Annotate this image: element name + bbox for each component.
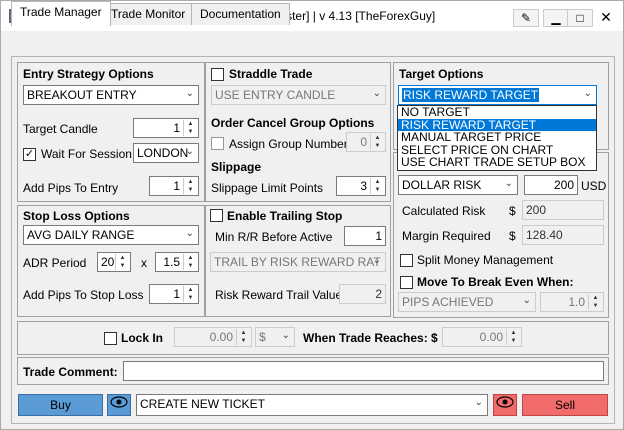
target-option-none[interactable]: NO TARGET <box>398 106 596 119</box>
stop-loss-mode-select[interactable]: AVG DAILY RANGE ⌄ <box>23 225 199 245</box>
break-even-value-stepper[interactable]: 1.0 ▲ ▼ <box>540 292 604 312</box>
oco-heading: Order Cancel Group Options <box>211 116 375 130</box>
trade-comment-label: Trade Comment: <box>23 365 118 379</box>
target-select[interactable]: RISK REWARD TARGET ⌄ <box>398 85 597 105</box>
straddle-mode-select[interactable]: USE ENTRY CANDLE ⌄ <box>211 85 386 105</box>
ticket-select[interactable]: CREATE NEW TICKET ⌄ <box>136 394 488 416</box>
slippage-stepper[interactable]: 3 ▲ ▼ <box>336 176 386 196</box>
when-reaches-label: When Trade Reaches: $ <box>303 331 438 345</box>
trail-mode-select[interactable]: TRAIL BY RISK REWARD RAT ⌄ <box>210 252 386 272</box>
straddle-label: Straddle Trade <box>229 67 313 81</box>
trade-comment-input[interactable] <box>123 361 604 381</box>
entry-strategy-select[interactable]: BREAKOUT ENTRY ⌄ <box>23 85 199 105</box>
lock-in-checkbox[interactable] <box>104 332 117 345</box>
entry-heading: Entry Strategy Options <box>23 67 154 81</box>
assign-group-stepper[interactable]: 0 ▲ ▼ <box>346 132 386 152</box>
adr-period-stepper[interactable]: 20 ▲ ▼ <box>97 252 131 272</box>
close-button[interactable]: ✕ <box>593 9 619 27</box>
trail-value-label: Risk Reward Trail Value <box>215 288 343 302</box>
calculated-risk-currency: $ <box>509 204 516 218</box>
buy-button[interactable]: Buy <box>18 394 103 416</box>
lock-in-unit-select[interactable]: $ ⌄ <box>255 327 295 347</box>
slippage-label: Slippage Limit Points <box>211 181 324 195</box>
target-candle-label: Target Candle <box>23 122 98 136</box>
target-option-setup-box[interactable]: USE CHART TRADE SETUP BOX <box>398 156 596 169</box>
margin-required-label: Margin Required <box>402 229 491 243</box>
target-heading: Target Options <box>399 67 484 81</box>
target-option-manual[interactable]: MANUAL TARGET PRICE <box>398 131 596 144</box>
minimize-button[interactable]: ▁ <box>543 9 569 27</box>
when-reaches-stepper[interactable]: 0.00 ▲ ▼ <box>442 327 522 347</box>
add-pips-entry-label: Add Pips To Entry <box>23 181 119 195</box>
assign-group-label: Assign Group Number <box>229 137 348 151</box>
add-pips-sl-label: Add Pips To Stop Loss <box>23 288 144 302</box>
buy-eye-icon[interactable] <box>107 394 131 416</box>
target-candle-stepper[interactable]: 1 ▲ ▼ <box>133 118 199 138</box>
assign-group-checkbox[interactable] <box>211 137 224 150</box>
stop-loss-heading: Stop Loss Options <box>23 209 130 223</box>
risk-currency-label: USD <box>581 179 607 193</box>
margin-required-currency: $ <box>509 229 516 243</box>
multiplier-x-label: x <box>141 256 147 270</box>
min-rr-label: Min R/R Before Active <box>215 230 333 244</box>
wait-session-label: Wait For Session <box>41 147 132 161</box>
min-rr-input[interactable]: 1 <box>344 226 386 246</box>
break-even-mode-select[interactable]: PIPS ACHIEVED ⌄ <box>398 292 536 312</box>
split-money-checkbox[interactable] <box>400 254 413 267</box>
wait-session-checkbox[interactable]: ✓ <box>23 148 36 161</box>
session-select[interactable]: LONDON ⌄ <box>133 143 199 163</box>
adr-multiplier-stepper[interactable]: 1.5 ▲ ▼ <box>155 252 199 272</box>
target-dropdown-list: NO TARGET RISK REWARD TARGET MANUAL TARG… <box>397 105 597 171</box>
pen-icon[interactable]: ✎ <box>513 9 539 27</box>
split-money-label: Split Money Management <box>417 253 554 267</box>
slippage-heading: Slippage <box>211 160 262 174</box>
add-pips-entry-stepper[interactable]: 1 ▲ ▼ <box>149 176 199 196</box>
calculated-risk-label: Calculated Risk <box>402 204 486 218</box>
app-window: The Forex Guy's Trade Management Panel [… <box>0 0 624 430</box>
break-even-checkbox[interactable] <box>400 276 413 289</box>
trail-value-input[interactable]: 2 <box>339 284 386 304</box>
tab-trade-monitor[interactable]: Trade Monitor <box>102 3 195 25</box>
risk-mode-select[interactable]: DOLLAR RISK ⌄ <box>398 175 518 195</box>
risk-amount-input[interactable]: 200 <box>524 175 578 195</box>
adr-period-label: ADR Period <box>23 256 87 270</box>
straddle-checkbox[interactable] <box>211 68 224 81</box>
sell-button[interactable]: Sell <box>522 394 608 416</box>
trailing-checkbox[interactable] <box>210 209 223 222</box>
lock-in-label: Lock In <box>121 331 164 345</box>
trailing-label: Enable Trailing Stop <box>227 209 343 223</box>
calculated-risk-value: 200 <box>522 200 604 220</box>
tab-documentation[interactable]: Documentation <box>191 3 290 25</box>
lock-in-value-stepper[interactable]: 0.00 ▲ ▼ <box>174 327 252 347</box>
margin-required-value: 128.40 <box>522 225 604 245</box>
tab-trade-manager[interactable]: Trade Manager <box>11 1 111 26</box>
maximize-button[interactable]: □ <box>567 9 593 27</box>
add-pips-sl-stepper[interactable]: 1 ▲ ▼ <box>149 284 199 304</box>
break-even-label: Move To Break Even When: <box>417 275 574 289</box>
sell-eye-icon[interactable] <box>493 394 517 416</box>
